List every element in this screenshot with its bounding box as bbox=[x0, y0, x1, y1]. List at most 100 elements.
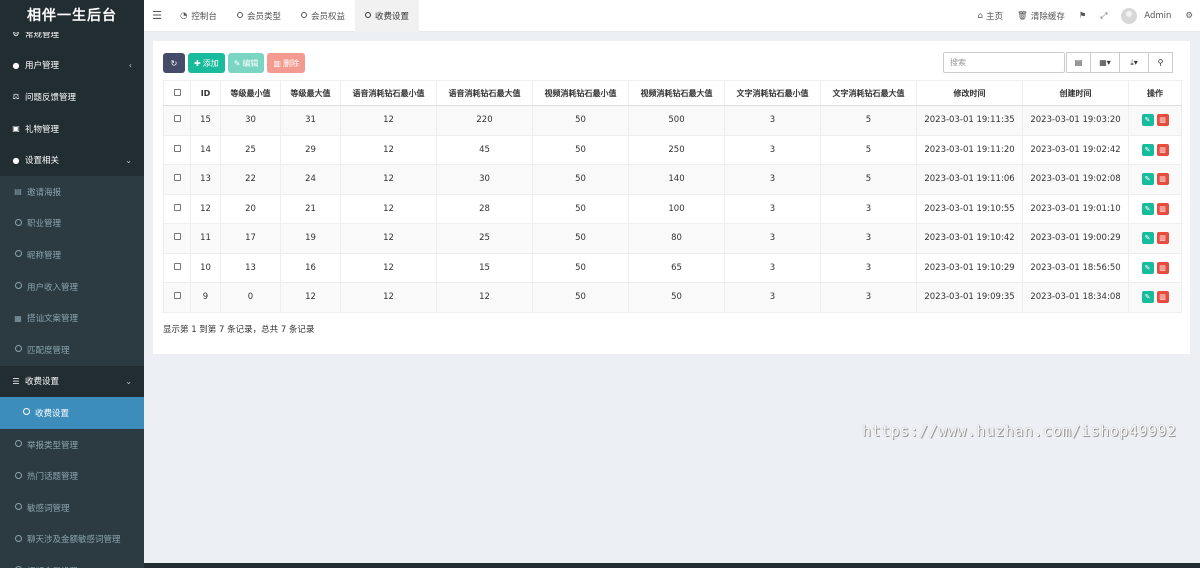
row-checkbox[interactable] bbox=[173, 292, 181, 300]
column-header[interactable]: 视频消耗钻石最小值 bbox=[532, 80, 629, 106]
tab-label: 会员权益 bbox=[310, 11, 345, 22]
table-cell: 2023-03-01 19:01:10 bbox=[1022, 193, 1129, 224]
row-checkbox[interactable] bbox=[173, 262, 181, 270]
row-delete-button[interactable]: ▥ bbox=[1156, 202, 1169, 215]
tab-3[interactable]: 收费设置 bbox=[354, 0, 419, 32]
circle-icon bbox=[13, 471, 23, 481]
clear-cache-button[interactable]: 🗑 清除缓存 bbox=[1010, 10, 1072, 22]
sidebar-item-5[interactable]: ▤ 邀请海报 bbox=[0, 175, 144, 208]
row-delete-button[interactable]: ▥ bbox=[1156, 173, 1169, 186]
home-link[interactable]: ⌂ 主页 bbox=[971, 10, 1010, 22]
sidebar-item-15[interactable]: 敏感词管理 bbox=[0, 491, 144, 524]
column-header[interactable]: 文字消耗钻石最小值 bbox=[724, 80, 821, 106]
row-edit-button[interactable]: ✎ bbox=[1141, 114, 1154, 127]
sidebar-item-17[interactable]: 视频全局设置 bbox=[0, 555, 144, 568]
table-cell: 50 bbox=[532, 134, 629, 165]
row-edit-button[interactable]: ✎ bbox=[1141, 202, 1154, 215]
column-header[interactable]: 修改时间 bbox=[916, 80, 1023, 106]
table-cell: 50 bbox=[532, 223, 629, 254]
circle-icon bbox=[13, 534, 23, 544]
brand-title[interactable]: 相伴一生后台 bbox=[0, 0, 144, 32]
columns-dropdown-button[interactable]: ▦▾ bbox=[1090, 52, 1120, 73]
advanced-search-button[interactable]: ⚲ bbox=[1148, 52, 1173, 73]
edit-button[interactable]: ✎ 编辑 bbox=[227, 53, 265, 73]
row-edit-button[interactable]: ✎ bbox=[1141, 232, 1154, 245]
row-delete-button[interactable]: ▥ bbox=[1156, 143, 1169, 156]
circle-icon bbox=[13, 503, 23, 512]
sidebar-item-8[interactable]: 用户收入管理 bbox=[0, 270, 144, 303]
list-view-icon: ▤ bbox=[1074, 58, 1083, 67]
row-checkbox[interactable] bbox=[173, 174, 181, 182]
pencil-icon: ✎ bbox=[1144, 234, 1151, 243]
user-menu[interactable]: Admin bbox=[1114, 8, 1178, 24]
refresh-button[interactable]: ↻ bbox=[163, 53, 185, 73]
search-input[interactable]: 搜索 bbox=[943, 52, 1065, 73]
trash-icon: ▥ bbox=[1159, 145, 1166, 154]
chevron-icon: ⌄ bbox=[125, 376, 132, 386]
sidebar-item-9[interactable]: ▦ 搭讪文案管理 bbox=[0, 302, 144, 334]
sidebar-item-14[interactable]: 热门话题管理 bbox=[0, 460, 144, 492]
row-actions: ✎ ▥ bbox=[1141, 173, 1169, 186]
column-header[interactable]: ID bbox=[190, 80, 221, 106]
table-cell: 80 bbox=[628, 223, 725, 254]
sidebar-item-3[interactable]: ▣ 礼物管理 bbox=[0, 113, 144, 145]
column-header[interactable]: 视频消耗钻石最大值 bbox=[628, 80, 725, 106]
sidebar-item-6[interactable]: 职业管理 bbox=[0, 207, 144, 240]
column-header[interactable]: 语音消耗钻石最大值 bbox=[436, 80, 533, 106]
column-header[interactable]: 操作 bbox=[1128, 80, 1182, 106]
row-checkbox[interactable] bbox=[173, 233, 181, 241]
sidebar-item-10[interactable]: 匹配度管理 bbox=[0, 333, 144, 366]
row-checkbox[interactable] bbox=[173, 203, 181, 211]
sidebar-item-11[interactable]: ☰ 收费设置 ⌄ bbox=[0, 366, 144, 398]
column-header[interactable]: 创建时间 bbox=[1022, 80, 1129, 106]
add-button[interactable]: ✚ 添加 bbox=[188, 53, 225, 73]
circle-icon bbox=[364, 11, 371, 21]
table-cell: 12 bbox=[340, 282, 437, 313]
sidebar-item-16[interactable]: 聊天涉及金额敏感词管理 bbox=[0, 523, 144, 556]
sidebar-item-7[interactable]: 昵称管理 bbox=[0, 239, 144, 271]
pencil-icon: ✎ bbox=[1144, 204, 1151, 213]
row-delete-button[interactable]: ▥ bbox=[1156, 232, 1169, 245]
refresh-icon: ↻ bbox=[170, 58, 178, 68]
row-edit-button[interactable]: ✎ bbox=[1141, 143, 1154, 156]
table-cell: 12 bbox=[280, 282, 341, 313]
sidebar-item-12[interactable]: 收费设置 bbox=[0, 397, 144, 429]
export-dropdown-button[interactable]: ⤓▾ bbox=[1119, 52, 1149, 73]
row-checkbox[interactable] bbox=[173, 115, 181, 123]
row-checkbox[interactable] bbox=[173, 144, 181, 152]
sidebar-item-1[interactable]: ● 用户管理 ‹ bbox=[0, 50, 144, 82]
table-cell: 12 bbox=[340, 105, 437, 136]
tab-0[interactable]: ◔ 控制台 bbox=[170, 0, 227, 32]
column-header[interactable]: 等级最大值 bbox=[280, 80, 341, 106]
table-cell: 3 bbox=[724, 282, 821, 313]
sidebar-item-2[interactable]: ⚖ 问题反馈管理 bbox=[0, 81, 144, 113]
select-all-checkbox[interactable] bbox=[173, 88, 181, 96]
toggle-view-button[interactable]: ▤ bbox=[1066, 52, 1091, 73]
tab-2[interactable]: 会员权益 bbox=[291, 0, 355, 32]
row-delete-button[interactable]: ▥ bbox=[1156, 261, 1169, 274]
sidebar-item-4[interactable]: ● 设置相关 ⌄ bbox=[0, 144, 144, 176]
column-header[interactable]: 等级最小值 bbox=[220, 80, 281, 106]
tab-1[interactable]: 会员类型 bbox=[227, 0, 291, 32]
table-cell: 20 bbox=[220, 193, 281, 224]
table-cell: 30 bbox=[220, 105, 281, 136]
delete-button[interactable]: ▥ 删除 bbox=[267, 53, 305, 73]
row-edit-button[interactable]: ✎ bbox=[1141, 261, 1154, 274]
column-header[interactable]: 文字消耗钻石最大值 bbox=[820, 80, 917, 106]
row-edit-button[interactable]: ✎ bbox=[1141, 291, 1154, 304]
row-delete-button[interactable]: ▥ bbox=[1156, 291, 1169, 304]
fullscreen-icon[interactable]: ⤢ bbox=[1093, 11, 1114, 21]
trash-icon: ▥ bbox=[1159, 204, 1166, 213]
column-header[interactable]: 语音消耗钻石最小值 bbox=[340, 80, 437, 106]
table-cell: 500 bbox=[628, 105, 725, 136]
sidebar-item-13[interactable]: 举报类型管理 bbox=[0, 428, 144, 461]
table-cell: 31 bbox=[280, 105, 341, 136]
table-cell: 2023-03-01 19:02:08 bbox=[1022, 164, 1129, 195]
menu-toggle-icon[interactable]: ☰ bbox=[144, 9, 170, 22]
language-icon[interactable]: ⚑ bbox=[1072, 11, 1094, 21]
settings-gears-icon[interactable]: ⚙ bbox=[1178, 11, 1200, 21]
select-all-header bbox=[163, 80, 191, 106]
row-edit-button[interactable]: ✎ bbox=[1141, 173, 1154, 186]
row-delete-button[interactable]: ▥ bbox=[1156, 114, 1169, 127]
table-cell: 65 bbox=[628, 252, 725, 283]
